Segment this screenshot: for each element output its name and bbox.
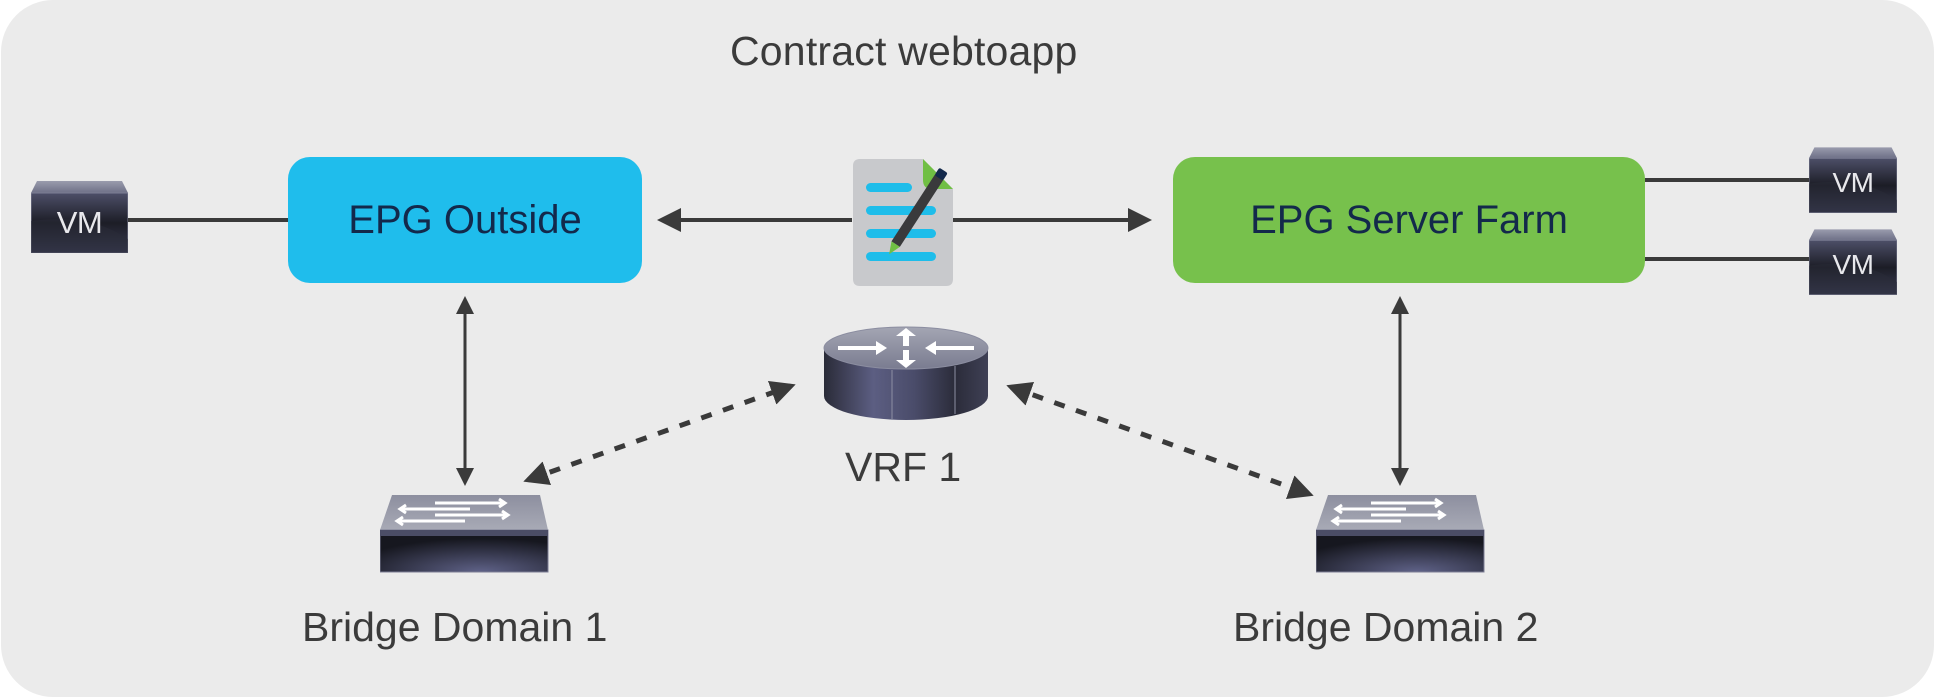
vm-label: VM — [56, 205, 103, 240]
contract-title: Contract webtoapp — [730, 28, 1078, 74]
vm-label: VM — [1832, 167, 1875, 198]
contract-document-icon[interactable] — [852, 159, 954, 287]
bridge-domain-2-label: Bridge Domain 2 — [1233, 604, 1539, 650]
epg-outside-node[interactable]: EPG Outside — [288, 157, 642, 283]
vm-node-outside[interactable]: VM — [31, 181, 128, 253]
connection-vrf-to-bridge-domain-1 — [523, 380, 796, 486]
epg-server-farm-node[interactable]: EPG Server Farm — [1173, 157, 1645, 283]
bridge-domain-1-label: Bridge Domain 1 — [302, 604, 608, 650]
vm-node-server-farm-1[interactable]: VM — [1809, 147, 1897, 213]
switch-icon[interactable] — [380, 495, 549, 573]
vm-node-server-farm-2[interactable]: VM — [1809, 229, 1897, 295]
connection-vrf-to-bridge-domain-2 — [1006, 381, 1314, 500]
router-icon[interactable] — [823, 326, 989, 422]
epg-outside-label: EPG Outside — [348, 197, 582, 242]
epg-server-farm-label: EPG Server Farm — [1250, 197, 1568, 242]
vm-label: VM — [1832, 249, 1875, 280]
switch-icon[interactable] — [1316, 495, 1485, 573]
vrf-label: VRF 1 — [845, 444, 962, 490]
